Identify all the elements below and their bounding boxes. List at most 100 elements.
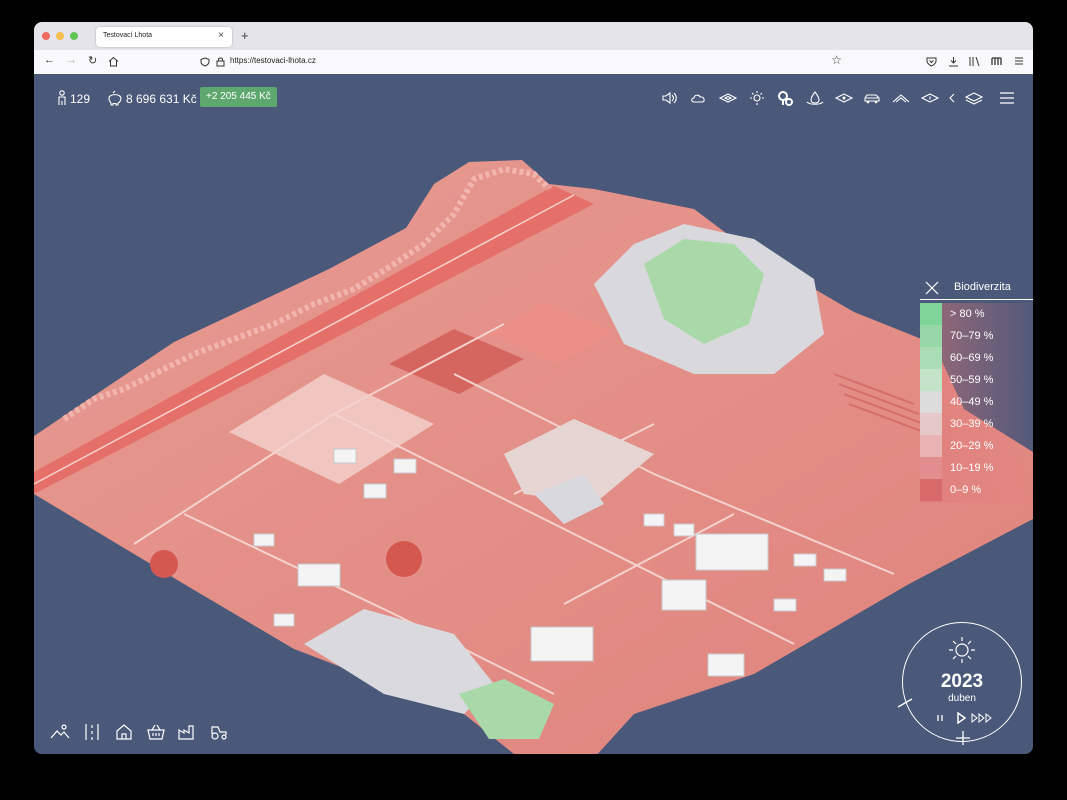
browser-tab[interactable]: Testovací Lhota × [96, 27, 232, 47]
bookmark-star-icon[interactable]: ☆ [831, 53, 842, 67]
legend-label: 70–79 % [950, 330, 994, 342]
legend-row: 0–9 % [920, 479, 1033, 501]
zoom-window-button[interactable] [70, 32, 78, 40]
legend-swatch [920, 457, 942, 479]
house[interactable] [253, 533, 275, 547]
menu-icon[interactable] [1014, 56, 1024, 66]
legend-swatch [920, 325, 942, 347]
pause-icon[interactable] [935, 713, 945, 723]
library-icon[interactable] [969, 56, 981, 67]
water-drop-icon[interactable] [806, 90, 824, 106]
legend-label: 20–29 % [950, 440, 994, 452]
layer-eye-icon[interactable] [835, 90, 853, 106]
piggy-bank-icon [108, 90, 122, 106]
apartment-building[interactable] [661, 579, 707, 611]
home-icon[interactable] [108, 56, 119, 67]
tab-title: Testovací Lhota [103, 32, 153, 39]
house[interactable] [773, 598, 797, 612]
legend-swatch [920, 391, 942, 413]
money-balance: 8 696 631 Kč [126, 92, 197, 106]
layers-icon[interactable] [965, 90, 983, 106]
close-window-button[interactable] [42, 32, 50, 40]
shield-icon[interactable] [200, 57, 210, 67]
sound-icon[interactable] [661, 90, 679, 106]
pocket-icon[interactable] [926, 56, 937, 67]
tree-cluster [150, 550, 178, 578]
tab-bar: Testovací Lhota × + [34, 22, 1033, 50]
hamburger-menu-icon[interactable] [998, 90, 1016, 106]
season-marker [956, 731, 970, 745]
legend-swatch [920, 303, 942, 325]
mountain-layer-icon[interactable] [892, 90, 910, 106]
layer-terrain-icon[interactable] [719, 90, 737, 106]
legend-row: 10–19 % [920, 457, 1033, 479]
shop-building[interactable] [297, 563, 341, 587]
legend-row: 30–39 % [920, 413, 1033, 435]
house[interactable] [393, 458, 417, 474]
legend-row: 60–69 % [920, 347, 1033, 369]
legend-row: 70–79 % [920, 325, 1033, 347]
legend-swatch [920, 479, 942, 501]
reload-icon[interactable]: ↻ [88, 54, 97, 67]
address-bar[interactable]: https://testovaci-lhota.cz ☆ [192, 53, 842, 71]
extensions-icon[interactable] [991, 56, 1003, 67]
forward-icon[interactable]: → [66, 54, 77, 66]
population-icon [58, 90, 66, 105]
sun-icon [949, 637, 975, 663]
layer-stack-icon[interactable] [921, 90, 939, 106]
small-building[interactable] [707, 653, 745, 677]
browser-window: Testovací Lhota × + ← → ↻ https://testov… [34, 22, 1033, 754]
legend-swatch [920, 369, 942, 391]
legend-row: 20–29 % [920, 435, 1033, 457]
legend-label: 40–49 % [950, 396, 994, 408]
road-tool-icon[interactable] [82, 722, 102, 742]
minimize-window-button[interactable] [56, 32, 64, 40]
legend-swatch [920, 435, 942, 457]
legend-row: 40–49 % [920, 391, 1033, 413]
car-traffic-icon[interactable] [863, 90, 881, 106]
population-count: 129 [70, 92, 91, 106]
landscape-tool-icon[interactable] [50, 722, 70, 742]
house[interactable] [643, 513, 665, 527]
season-clock[interactable]: 2023 duben [897, 622, 1022, 745]
shopping-basket-icon[interactable] [146, 722, 166, 742]
game-viewport[interactable]: 129 8 696 631 Kč +2 205 445 Kč Biodiverz… [34, 74, 1033, 754]
fast-forward-icon[interactable] [971, 713, 993, 723]
current-year: 2023 [940, 671, 984, 692]
biodiversity-tree-icon[interactable] [776, 90, 794, 106]
tab-close-icon[interactable]: × [218, 30, 224, 41]
url-text: https://testovaci-lhota.cz [230, 56, 316, 65]
house[interactable] [273, 613, 295, 627]
housing-tool-icon[interactable] [114, 722, 134, 742]
house[interactable] [793, 553, 817, 567]
light-bulb-icon[interactable] [748, 90, 766, 106]
lock-icon[interactable] [216, 56, 225, 67]
town-hall-building[interactable] [695, 533, 769, 571]
back-icon[interactable]: ← [44, 54, 55, 66]
legend-swatch [920, 347, 942, 369]
house[interactable] [363, 483, 387, 499]
legend-header: Biodiverzita [920, 277, 1033, 300]
legend-swatch [920, 413, 942, 435]
close-legend-icon[interactable] [925, 281, 939, 295]
legend-title: Biodiverzita [954, 281, 1011, 293]
money-delta-badge: +2 205 445 Kč [200, 87, 277, 107]
house[interactable] [333, 448, 357, 464]
new-tab-button[interactable]: + [241, 28, 249, 43]
tractor-tool-icon[interactable] [209, 722, 229, 742]
weather-cloud-icon[interactable] [690, 90, 708, 106]
house[interactable] [823, 568, 847, 582]
play-icon[interactable] [955, 712, 967, 724]
isometric-map[interactable] [34, 74, 1033, 754]
house[interactable] [673, 523, 695, 537]
school-building[interactable] [530, 626, 594, 662]
download-icon[interactable] [948, 56, 959, 67]
legend-label: 10–19 % [950, 462, 994, 474]
legend-rows: > 80 % 70–79 % 60–69 % 50–59 % 40–49 % 30–39 … [920, 303, 1033, 503]
chevron-left-icon[interactable] [946, 90, 958, 106]
legend-label: > 80 % [950, 308, 985, 320]
factory-tool-icon[interactable] [177, 722, 197, 742]
legend-label: 0–9 % [950, 484, 982, 496]
current-month: duben [948, 693, 976, 704]
season-marker [897, 698, 913, 708]
